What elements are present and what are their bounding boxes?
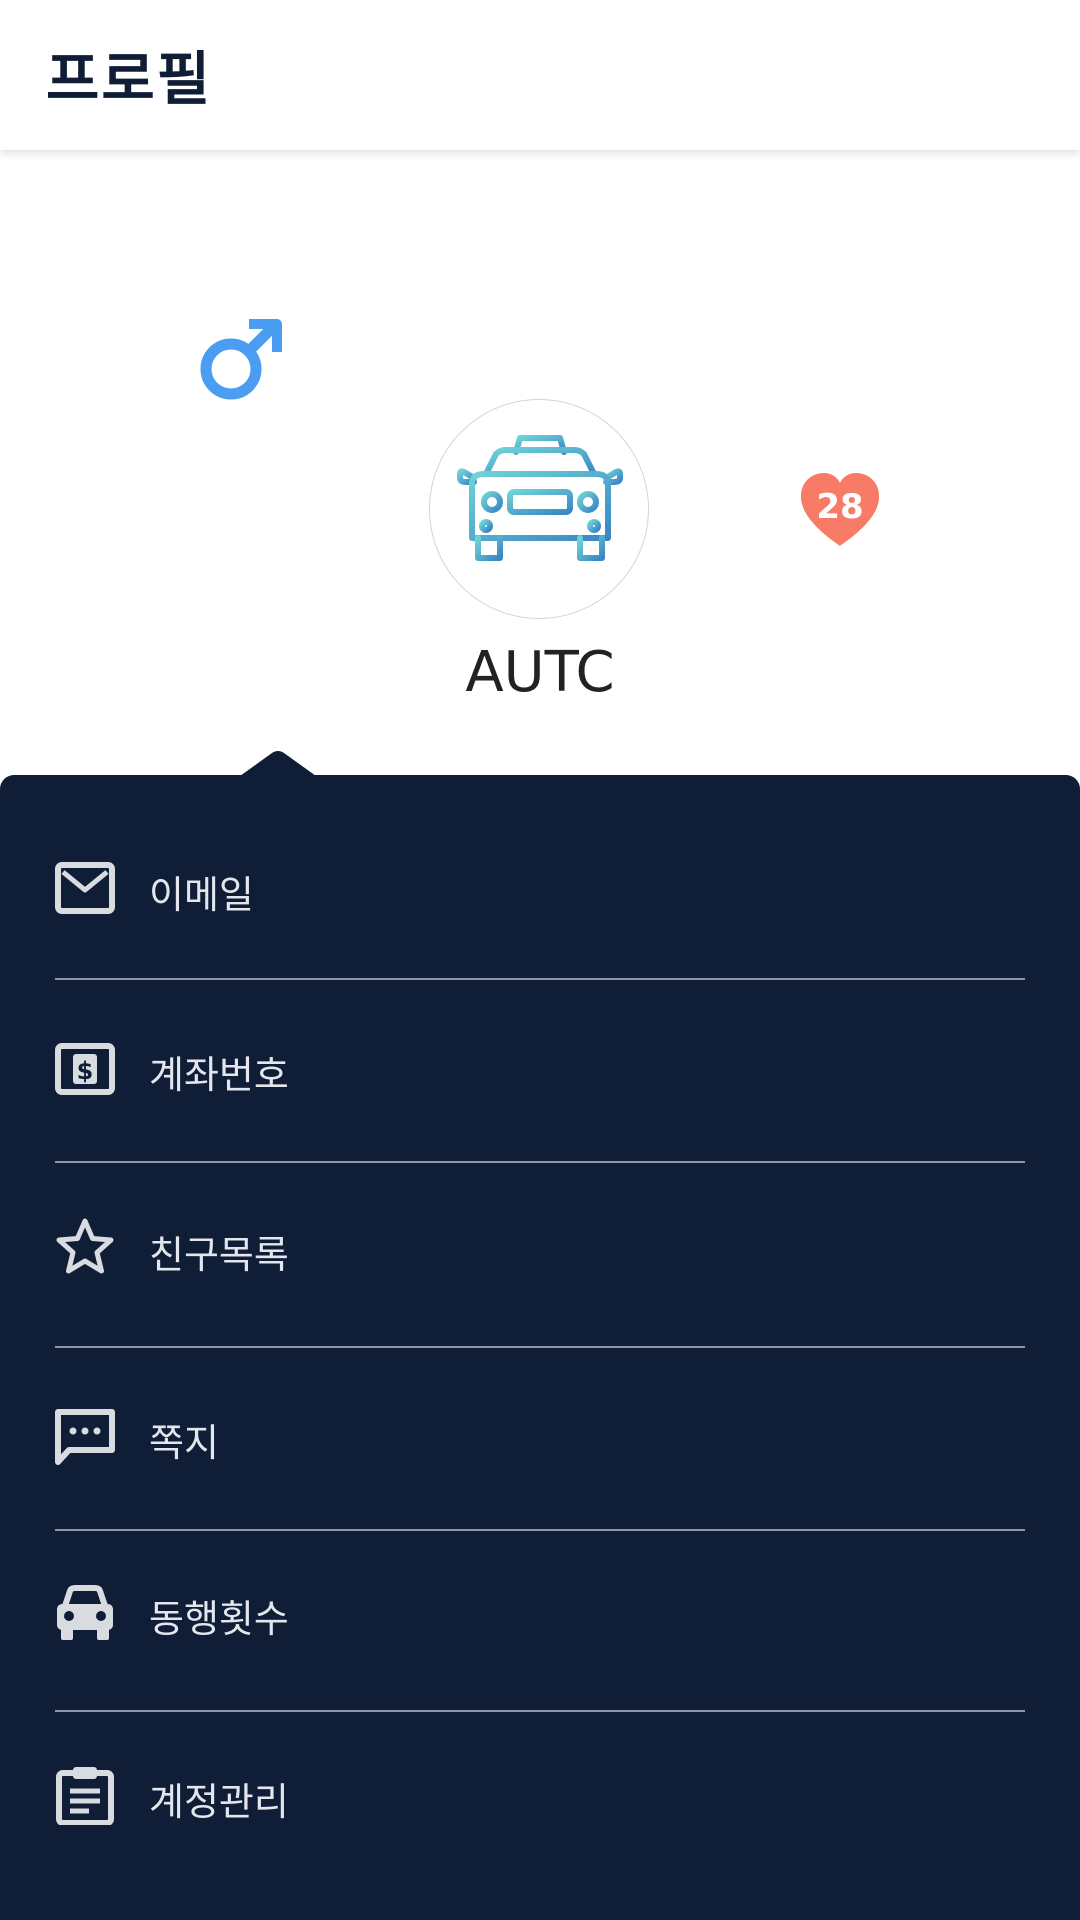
envelope-icon <box>55 862 115 914</box>
menu-item-email[interactable]: 이메일 <box>55 838 1025 938</box>
taxi-icon <box>457 435 623 561</box>
avatar[interactable] <box>429 399 649 619</box>
menu-item-label: 이메일 <box>149 873 254 917</box>
menu-item-label: 계정관리 <box>149 1780 289 1824</box>
heart-badge[interactable]: 28 <box>798 472 882 548</box>
menu-item-messages[interactable]: 쪽지 <box>55 1386 1025 1486</box>
menu-item-account-settings[interactable]: 계정관리 <box>55 1745 1025 1845</box>
username: AUTC <box>465 640 615 705</box>
menu-item-account-number[interactable]: $ 계좌번호 <box>55 1018 1025 1118</box>
clipboard-icon <box>56 1767 114 1825</box>
menu-item-label: 친구목록 <box>149 1233 289 1277</box>
page-title: 프로필 <box>46 45 213 113</box>
dollar-bill-icon: $ <box>55 1043 115 1095</box>
menu-item-label: 동행횟수 <box>149 1597 289 1641</box>
active-tab-pointer <box>240 751 316 780</box>
chat-bubble-icon <box>55 1409 115 1465</box>
svg-text:$: $ <box>77 1057 94 1085</box>
divider <box>55 978 1025 980</box>
profile-header: 28 AUTC <box>0 150 1080 848</box>
menu-item-label: 계좌번호 <box>149 1053 289 1097</box>
heart-count: 28 <box>816 487 864 527</box>
menu-item-friends[interactable]: 친구목록 <box>55 1198 1025 1298</box>
menu-item-ride-count[interactable]: 동행횟수 <box>55 1562 1025 1662</box>
male-symbol-icon <box>200 319 282 400</box>
divider <box>55 1346 1025 1348</box>
app-bar: 프로필 <box>0 0 1080 150</box>
divider <box>55 1161 1025 1163</box>
car-icon <box>57 1585 113 1640</box>
divider <box>55 1529 1025 1531</box>
divider <box>55 1710 1025 1712</box>
menu-item-label: 쪽지 <box>149 1421 219 1465</box>
star-icon <box>56 1218 114 1274</box>
